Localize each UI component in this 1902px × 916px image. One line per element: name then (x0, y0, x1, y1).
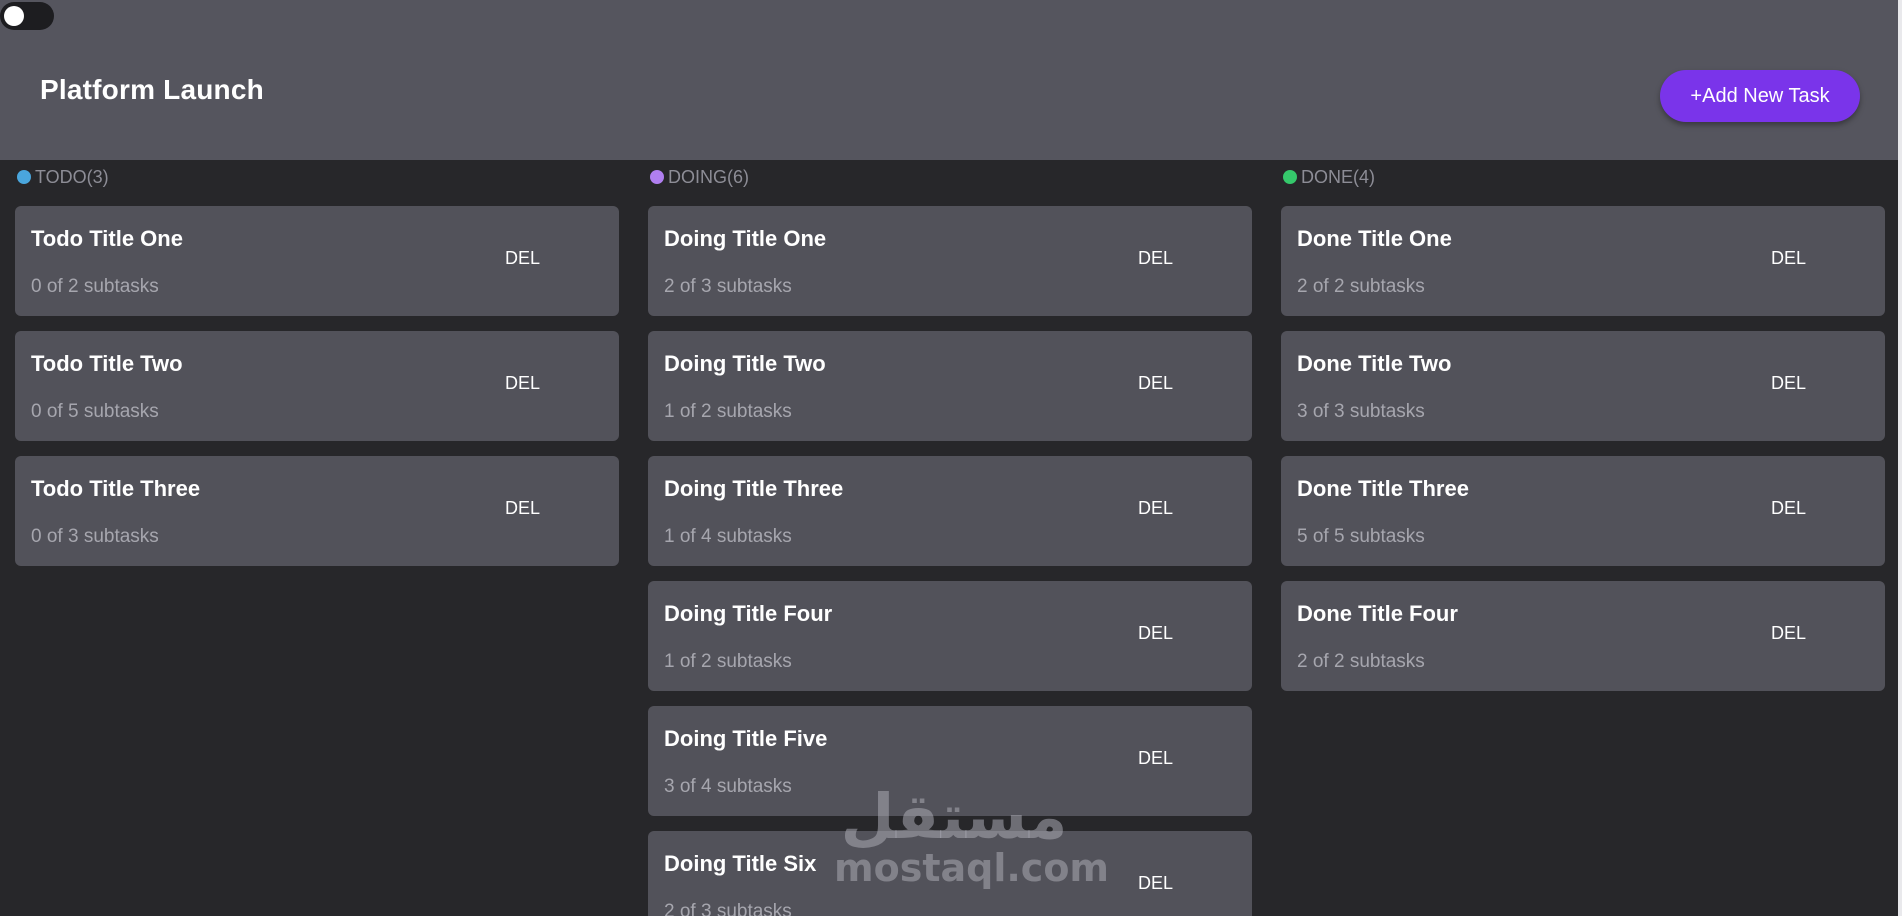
delete-button[interactable]: DEL (1771, 498, 1806, 519)
card-subtasks: 3 of 3 subtasks (1297, 401, 1425, 422)
card-subtasks: 1 of 4 subtasks (664, 526, 792, 547)
task-card[interactable]: Done Title Four 2 of 2 subtasks DEL (1281, 581, 1885, 691)
task-card[interactable]: Done Title One 2 of 2 subtasks DEL (1281, 206, 1885, 316)
card-subtasks: 0 of 5 subtasks (31, 401, 159, 422)
toggle-knob (4, 6, 24, 26)
card-subtasks: 2 of 3 subtasks (664, 901, 792, 916)
delete-button[interactable]: DEL (1138, 498, 1173, 519)
card-subtasks: 1 of 2 subtasks (664, 651, 792, 672)
card-subtasks: 3 of 4 subtasks (664, 776, 792, 797)
theme-toggle[interactable] (0, 2, 54, 30)
column-todo: TODO(3) Todo Title One 0 of 2 subtasks D… (15, 166, 619, 566)
delete-button[interactable]: DEL (1771, 373, 1806, 394)
card-title: Doing Title One (664, 226, 827, 251)
task-card[interactable]: Doing Title Two 1 of 2 subtasks DEL (648, 331, 1252, 441)
column-name: TODO(3) (35, 166, 109, 187)
watermark-logo: مستقل mostaql.com (834, 780, 1110, 890)
delete-button[interactable]: DEL (1771, 248, 1806, 269)
column-header: TODO(3) (17, 166, 619, 188)
card-title: Todo Title One (31, 226, 183, 251)
kanban-app: Platform Launch +Add New Task TODO(3) To… (0, 0, 1902, 916)
card-title: Doing Title Four (664, 601, 833, 626)
add-new-task-button[interactable]: +Add New Task (1660, 70, 1860, 122)
delete-button[interactable]: DEL (1771, 623, 1806, 644)
card-title: Done Title Two (1297, 351, 1452, 376)
card-title: Todo Title Two (31, 351, 183, 376)
board-header: Platform Launch +Add New Task (0, 0, 1898, 160)
delete-button[interactable]: DEL (505, 373, 540, 394)
todo-status-dot-icon (17, 170, 31, 184)
card-subtasks: 1 of 2 subtasks (664, 401, 792, 422)
task-card[interactable]: Todo Title Two 0 of 5 subtasks DEL (15, 331, 619, 441)
card-title: Todo Title Three (31, 476, 201, 501)
card-title: Doing Title Six (664, 851, 817, 876)
column-header: DOING(6) (650, 166, 1252, 188)
delete-button[interactable]: DEL (1138, 373, 1173, 394)
card-title: Doing Title Three (664, 476, 844, 501)
board-title: Platform Launch (40, 74, 264, 105)
card-subtasks: 2 of 3 subtasks (664, 276, 792, 297)
task-card[interactable]: Todo Title One 0 of 2 subtasks DEL (15, 206, 619, 316)
card-title: Done Title Three (1297, 476, 1469, 501)
task-card[interactable]: Done Title Three 5 of 5 subtasks DEL (1281, 456, 1885, 566)
watermark-arabic-text: مستقل (840, 780, 1068, 853)
delete-button[interactable]: DEL (1138, 623, 1173, 644)
column-doing: DOING(6) Doing Title One 2 of 3 subtasks… (648, 166, 1252, 916)
doing-status-dot-icon (650, 170, 664, 184)
delete-button[interactable]: DEL (1138, 873, 1173, 894)
delete-button[interactable]: DEL (1138, 248, 1173, 269)
card-title: Doing Title Five (664, 726, 828, 751)
card-subtasks: 2 of 2 subtasks (1297, 276, 1425, 297)
card-subtasks: 0 of 3 subtasks (31, 526, 159, 547)
card-title: Done Title Four (1297, 601, 1458, 626)
task-card[interactable]: Done Title Two 3 of 3 subtasks DEL (1281, 331, 1885, 441)
window-edge (1898, 0, 1902, 916)
card-title: Done Title One (1297, 226, 1452, 251)
task-card[interactable]: Doing Title Three 1 of 4 subtasks DEL (648, 456, 1252, 566)
done-status-dot-icon (1283, 170, 1297, 184)
column-name: DONE(4) (1301, 166, 1376, 187)
task-card[interactable]: Todo Title Three 0 of 3 subtasks DEL (15, 456, 619, 566)
delete-button[interactable]: DEL (1138, 748, 1173, 769)
delete-button[interactable]: DEL (505, 248, 540, 269)
delete-button[interactable]: DEL (505, 498, 540, 519)
card-title: Doing Title Two (664, 351, 826, 376)
card-subtasks: 2 of 2 subtasks (1297, 651, 1425, 672)
task-card[interactable]: Doing Title One 2 of 3 subtasks DEL (648, 206, 1252, 316)
column-header: DONE(4) (1283, 166, 1885, 188)
card-subtasks: 5 of 5 subtasks (1297, 526, 1425, 547)
task-card[interactable]: Doing Title Four 1 of 2 subtasks DEL (648, 581, 1252, 691)
card-subtasks: 0 of 2 subtasks (31, 276, 159, 297)
column-name: DOING(6) (668, 166, 749, 187)
watermark-latin-text: mostaql.com (834, 846, 1110, 890)
column-done: DONE(4) Done Title One 2 of 2 subtasks D… (1281, 166, 1885, 691)
